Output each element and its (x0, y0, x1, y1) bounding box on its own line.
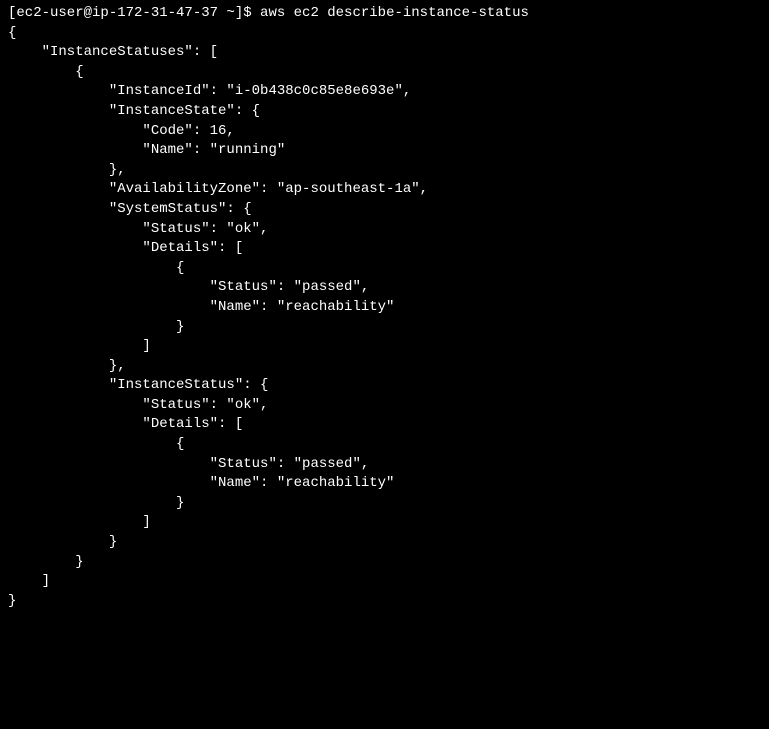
command-text: aws ec2 describe-instance-status (260, 5, 529, 21)
command-output: { "InstanceStatuses": [ { "InstanceId": … (8, 24, 761, 612)
shell-prompt: [ec2-user@ip-172-31-47-37 ~]$ aws ec2 de… (8, 4, 761, 24)
prompt-prefix: [ec2-user@ip-172-31-47-37 ~]$ (8, 5, 252, 21)
